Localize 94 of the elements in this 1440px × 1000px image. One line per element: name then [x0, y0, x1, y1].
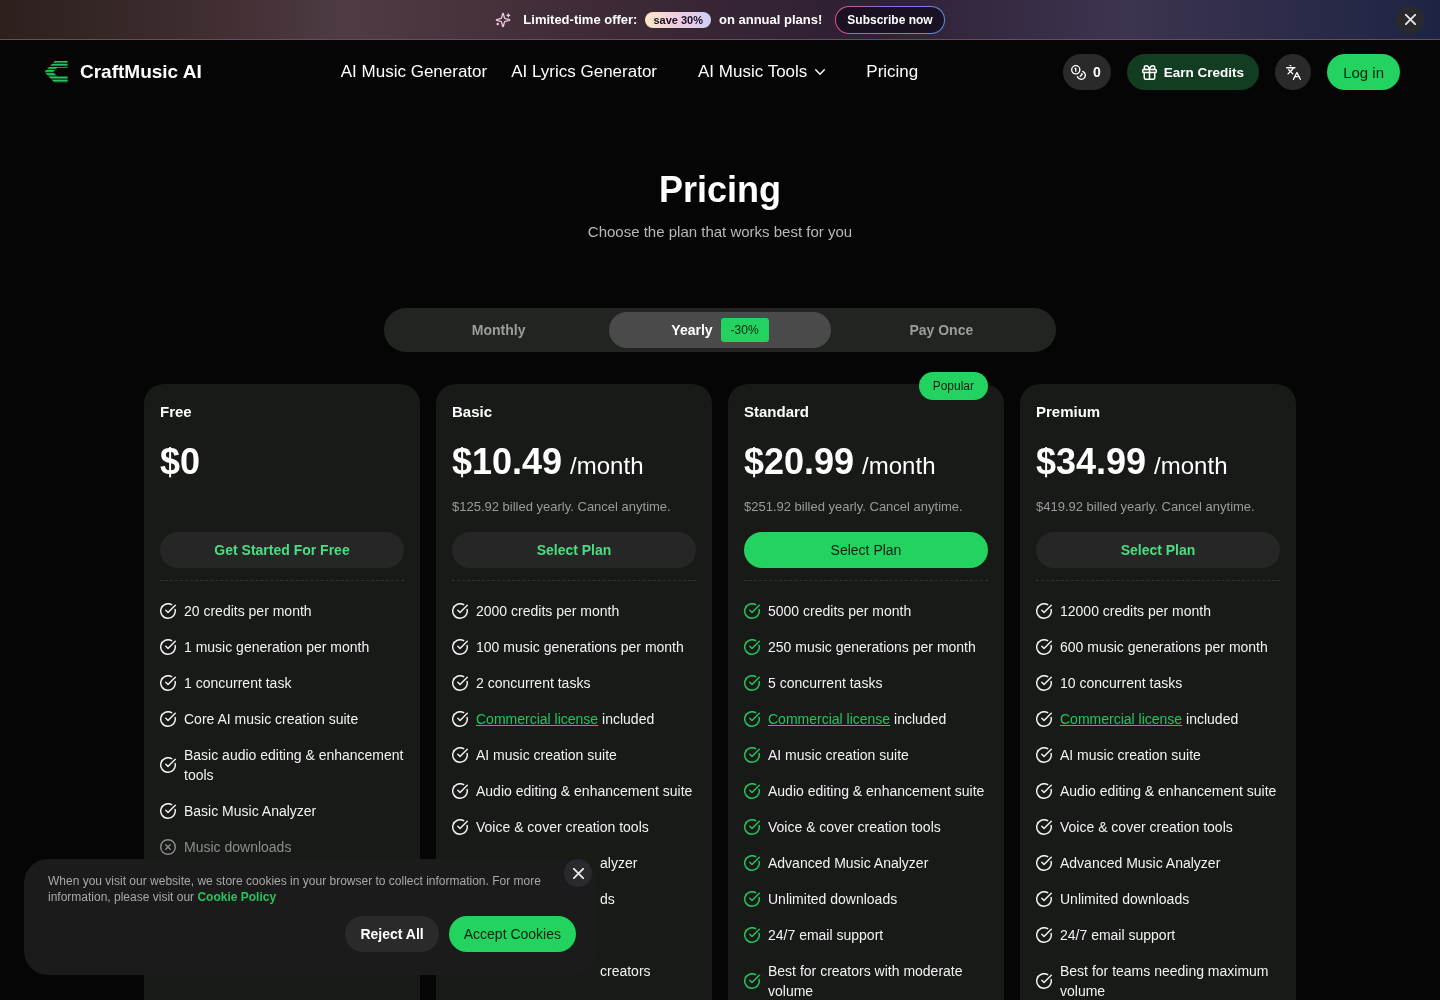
feature-text: 2000 credits per month: [476, 602, 620, 621]
plan-price: $34.99: [1036, 440, 1147, 484]
brand-logo-link[interactable]: CraftMusic AI: [44, 61, 202, 83]
nav-link[interactable]: AI Music Tools: [681, 62, 843, 82]
price-period: /month: [862, 452, 936, 480]
feature-text: 5 concurrent tasks: [768, 674, 883, 693]
billing-note: $251.92 billed yearly. Cancel anytime.: [744, 499, 963, 514]
feature-text: 250 music generations per month: [768, 638, 976, 657]
plan-price: $0: [160, 440, 201, 484]
feature-text: 2 concurrent tasks: [476, 674, 591, 693]
reject-cookies-button[interactable]: Reject All: [345, 916, 439, 952]
feature-text: 1 music generation per month: [184, 638, 370, 657]
feature-text: 5000 credits per month: [768, 602, 912, 621]
feature-text: Audio editing & enhancement suite: [768, 782, 985, 801]
feature-text: Unlimited downloads: [1060, 890, 1190, 909]
select-plan-button[interactable]: Select Plan: [744, 532, 988, 568]
feature-text: AI music creation suite: [476, 746, 617, 765]
feature-text: Basic audio editing & enhancement tools: [184, 746, 404, 785]
login-button[interactable]: Log in: [1327, 54, 1400, 90]
price-period: /month: [570, 452, 644, 480]
billing-tab[interactable]: Pay Once: [830, 312, 1052, 348]
plan-price: $10.49: [452, 440, 563, 484]
feature-text: Commercial license included: [476, 710, 655, 729]
feature-text: ds: [600, 890, 615, 909]
plan-name: Free: [160, 402, 193, 422]
cookie-policy-link[interactable]: Cookie Policy: [197, 890, 277, 904]
promo-text: on annual plans!: [719, 12, 823, 27]
gift-icon: [1141, 64, 1157, 80]
page-subtitle: Choose the plan that works best for you: [586, 222, 854, 242]
close-button[interactable]: [1396, 5, 1424, 34]
billing-tab[interactable]: Yearly -30%: [609, 312, 831, 348]
logo-icon: [44, 61, 68, 83]
accept-cookies-button[interactable]: Accept Cookies: [448, 916, 576, 952]
close-icon: [1404, 14, 1416, 25]
feature-text: Core AI music creation suite: [184, 710, 359, 729]
feature-text: 1 concurrent task: [184, 674, 292, 693]
feature-text: 24/7 email support: [1060, 926, 1176, 945]
select-plan-button[interactable]: Select Plan: [1036, 532, 1280, 568]
language-button[interactable]: [1275, 54, 1312, 90]
commercial-license-link[interactable]: Commercial license: [476, 711, 599, 727]
sparkles-icon: [495, 11, 512, 28]
feature-text: Audio editing & enhancement suite: [476, 782, 693, 801]
feature-text: Advanced Music Analyzer: [1060, 854, 1221, 873]
plan-name: Basic: [452, 402, 494, 422]
feature-text: AI music creation suite: [768, 746, 909, 765]
billing-note: $125.92 billed yearly. Cancel anytime.: [452, 499, 671, 514]
page-title: Pricing: [658, 168, 782, 212]
feature-text: Unlimited downloads: [768, 890, 898, 909]
select-plan-button[interactable]: Get Started For Free: [160, 532, 404, 568]
feature-text: Advanced Music Analyzer: [768, 854, 929, 873]
nav-link[interactable]: AI Lyrics Generator: [511, 62, 658, 82]
feature-text: Commercial license included: [768, 710, 947, 729]
nav-link[interactable]: Pricing: [866, 62, 919, 82]
cookie-notice-text: When you visit our website, we store cookies in your browser to collect information. For more information, please visit our Cookie Policy: [48, 873, 542, 905]
feature-text: alyzer: [600, 854, 638, 873]
feature-text: Best for teams needing maximum volume: [1060, 962, 1270, 1000]
translate-icon: [1285, 64, 1301, 80]
feature-text: 24/7 email support: [768, 926, 884, 945]
select-plan-button[interactable]: Select Plan: [452, 532, 696, 568]
discount-badge: save 30%: [645, 11, 711, 28]
feature-text: Voice & cover creation tools: [1060, 818, 1233, 837]
price-period: /month: [1154, 452, 1228, 480]
coins-icon: [1071, 64, 1087, 80]
plan-name: Premium: [1036, 402, 1102, 422]
feature-text: Music downloads: [184, 838, 292, 857]
close-button[interactable]: [564, 859, 592, 887]
feature-text: 10 concurrent tasks: [1060, 674, 1183, 693]
feature-text: Commercial license included: [1060, 710, 1239, 729]
feature-text: Voice & cover creation tools: [768, 818, 941, 837]
commercial-license-link[interactable]: Commercial license: [1060, 711, 1183, 727]
promo-text: Limited-time offer:: [523, 12, 638, 27]
feature-text: creators: [600, 962, 651, 981]
close-icon: [572, 867, 584, 879]
chevron-down-icon: [815, 69, 826, 75]
billing-tab[interactable]: Monthly: [388, 312, 610, 348]
commercial-license-link[interactable]: Commercial license: [768, 711, 891, 727]
feature-text: Audio editing & enhancement suite: [1060, 782, 1277, 801]
feature-text: Best for creators with moderate volume: [768, 962, 964, 1000]
plan-name: Standard: [744, 402, 810, 422]
feature-text: 100 music generations per month: [476, 638, 684, 657]
feature-text: Voice & cover creation tools: [476, 818, 649, 837]
feature-text: 600 music generations per month: [1060, 638, 1268, 657]
plan-price: $20.99: [744, 440, 855, 484]
nav-link[interactable]: AI Music Generator: [340, 62, 488, 82]
discount-badge: -30%: [720, 318, 769, 342]
credits-button[interactable]: 0: [1063, 54, 1111, 90]
feature-text: 12000 credits per month: [1060, 602, 1211, 621]
feature-text: Basic Music Analyzer: [184, 802, 317, 821]
billing-note: $419.92 billed yearly. Cancel anytime.: [1036, 499, 1255, 514]
feature-text: AI music creation suite: [1060, 746, 1201, 765]
popular-badge: Popular: [918, 372, 988, 400]
earn-credits-button[interactable]: Earn Credits: [1126, 54, 1260, 90]
subscribe-button[interactable]: Subscribe now: [835, 5, 945, 34]
feature-text: 20 credits per month: [184, 602, 312, 621]
